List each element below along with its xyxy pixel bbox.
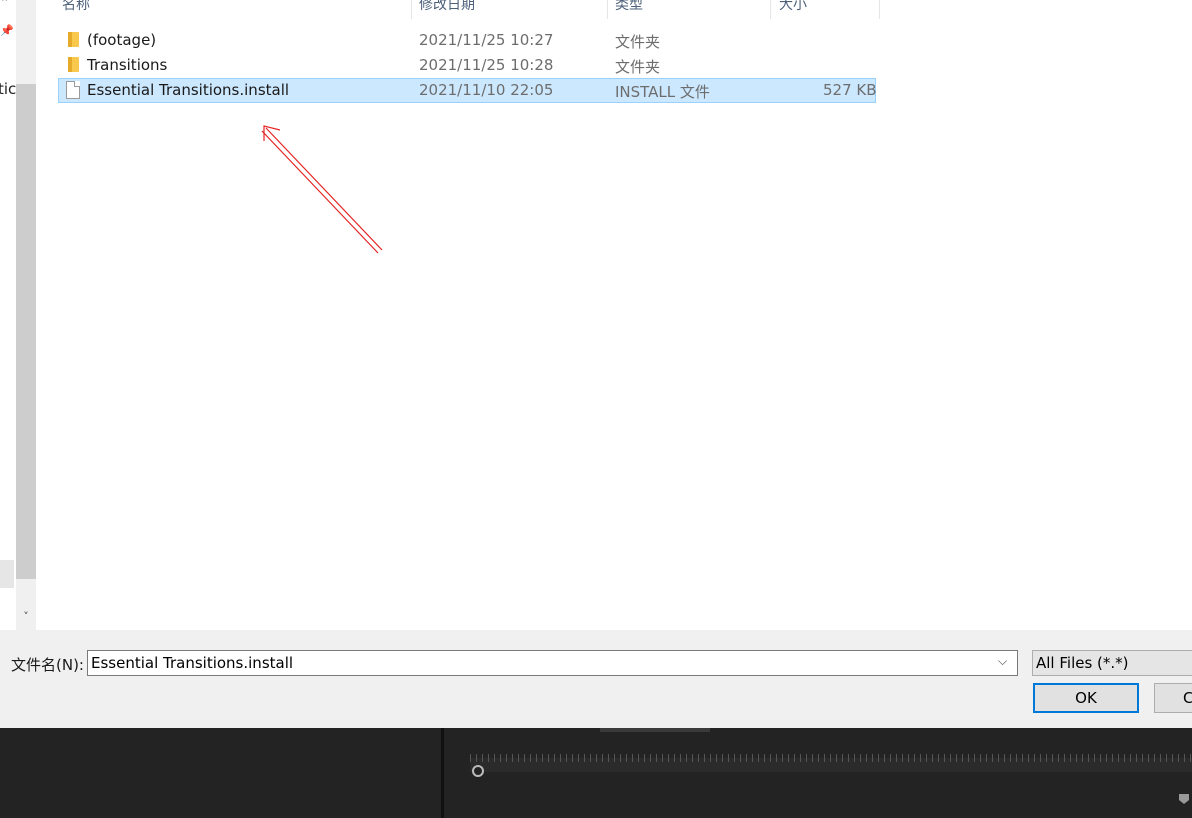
column-divider[interactable] xyxy=(607,0,608,19)
panel-tab-underline xyxy=(600,728,710,732)
dialog-footer: 文件名(N): ⌵ All Files (*.*) OK C xyxy=(0,630,1192,728)
file-size: 527 KB xyxy=(823,81,877,99)
navigation-pane: ⌃ 📌 tic xyxy=(0,0,16,630)
nav-item-label[interactable]: tic xyxy=(0,80,16,98)
column-divider[interactable] xyxy=(770,0,771,19)
file-type-filter[interactable]: All Files (*.*) xyxy=(1032,650,1192,676)
file-type: INSTALL 文件 xyxy=(615,83,710,101)
scroll-up-icon[interactable]: ˄ xyxy=(16,0,36,9)
nav-selected-item[interactable] xyxy=(0,560,14,588)
chevron-up-icon[interactable]: ⌃ xyxy=(0,0,9,9)
chevron-down-icon[interactable]: ⌵ xyxy=(998,654,1007,669)
file-type: 文件夹 xyxy=(615,58,661,76)
background-app xyxy=(0,728,1192,818)
cancel-button[interactable]: C xyxy=(1154,683,1192,713)
marker-icon[interactable] xyxy=(1179,794,1189,804)
scroll-down-icon[interactable]: ˅ xyxy=(16,610,36,623)
panel-divider xyxy=(441,728,444,818)
scrollbar-thumb[interactable] xyxy=(16,84,36,579)
file-date: 2021/11/10 22:05 xyxy=(419,81,554,99)
timeline-ruler xyxy=(470,754,1192,762)
filename-input[interactable] xyxy=(87,650,1018,676)
column-divider[interactable] xyxy=(879,0,880,19)
column-header-size[interactable]: 大小 xyxy=(779,0,807,19)
pin-icon: 📌 xyxy=(0,24,14,37)
playhead-icon[interactable] xyxy=(472,765,484,777)
file-date: 2021/11/25 10:28 xyxy=(419,56,554,74)
file-date: 2021/11/25 10:27 xyxy=(419,31,554,49)
file-list: 名称 修改日期 类型 大小 (footage) 2021/11/25 10:27… xyxy=(36,0,1192,630)
annotation-arrow-icon xyxy=(261,125,383,254)
ok-button[interactable]: OK xyxy=(1033,683,1139,713)
filename-label: 文件名(N): xyxy=(11,656,84,674)
file-type: 文件夹 xyxy=(615,33,661,51)
nav-scrollbar[interactable]: ˄ ˅ xyxy=(16,0,36,630)
column-header-type[interactable]: 类型 xyxy=(615,0,643,19)
